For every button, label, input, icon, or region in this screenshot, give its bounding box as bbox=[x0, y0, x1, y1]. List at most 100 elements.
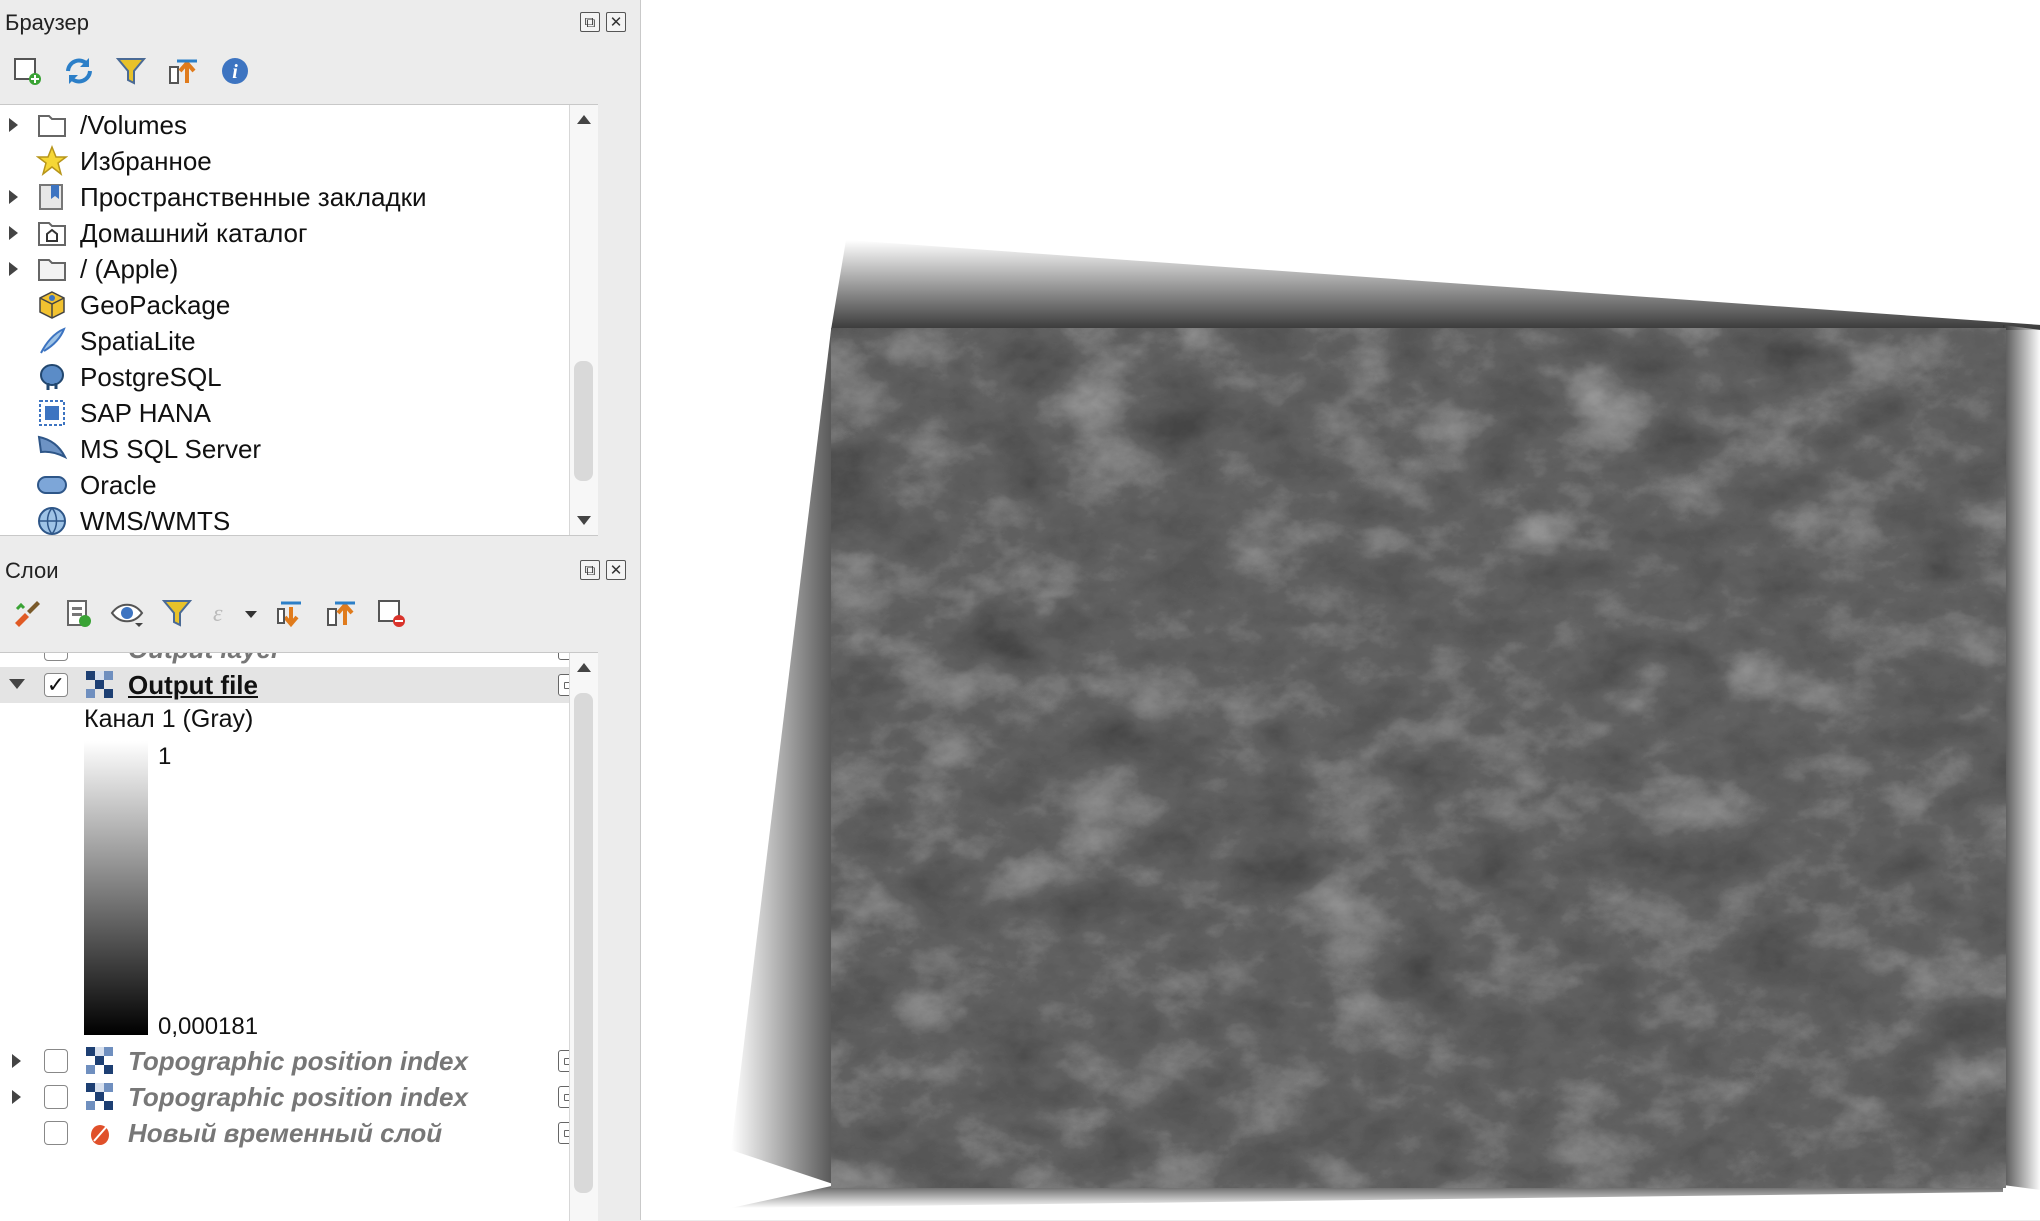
browser-item-label: MS SQL Server bbox=[80, 433, 262, 464]
layer-label: Output layer bbox=[128, 653, 281, 665]
remove-layer-icon[interactable] bbox=[372, 594, 410, 632]
home-folder-icon bbox=[36, 217, 68, 249]
raster-layer-icon bbox=[86, 671, 114, 699]
star-icon bbox=[36, 145, 68, 177]
layers-panel: Слои ⧉ ✕ ε Output bbox=[0, 548, 630, 1221]
info-icon[interactable]: i bbox=[216, 52, 254, 90]
browser-item-spatialite[interactable]: SpatiaLite bbox=[0, 323, 598, 359]
browser-item-geopackage[interactable]: GeoPackage bbox=[0, 287, 598, 323]
raster-layer-icon bbox=[86, 1083, 114, 1111]
svg-text:ε: ε bbox=[213, 601, 223, 627]
filter-icon[interactable] bbox=[158, 594, 196, 632]
spatialite-icon bbox=[36, 325, 68, 357]
browser-item-postgresql[interactable]: PostgreSQL bbox=[0, 359, 598, 395]
legend-max-value: 1 bbox=[158, 743, 172, 770]
expand-all-icon[interactable] bbox=[272, 594, 310, 632]
browser-item-sap-hana[interactable]: SAP HANA bbox=[0, 395, 598, 431]
scroll-thumb[interactable] bbox=[574, 361, 593, 481]
browser-panel: Браузер ⧉ ✕ i /Volumes Избранное Простра… bbox=[0, 0, 630, 540]
browser-item-volumes[interactable]: /Volumes bbox=[0, 107, 598, 143]
close-panel-icon[interactable]: ✕ bbox=[606, 12, 626, 32]
collapse-all-icon[interactable] bbox=[164, 52, 202, 90]
expression-icon[interactable]: ε bbox=[208, 594, 260, 632]
browser-item-label: / (Apple) bbox=[80, 253, 179, 284]
browser-tree: /Volumes Избранное Пространственные закл… bbox=[0, 104, 598, 536]
geopackage-icon bbox=[36, 289, 68, 321]
browser-item-spatial-bookmarks[interactable]: Пространственные закладки bbox=[0, 179, 598, 215]
layers-scrollbar[interactable] bbox=[569, 653, 598, 1221]
legend-min-value: 0,000181 bbox=[158, 1013, 259, 1040]
browser-item-wms[interactable]: WMS/WMTS bbox=[0, 503, 598, 536]
browser-item-label: WMS/WMTS bbox=[80, 505, 231, 536]
expand-arrow-icon[interactable] bbox=[12, 1054, 21, 1068]
layer-row-output-file[interactable]: ✓ Output file bbox=[0, 667, 586, 703]
browser-item-oracle[interactable]: Oracle bbox=[0, 467, 598, 503]
globe-icon bbox=[36, 505, 68, 535]
expand-arrow-icon[interactable] bbox=[9, 190, 18, 204]
scratch-layer-icon bbox=[86, 1119, 114, 1147]
layer-row-tpi-2[interactable]: Topographic position index bbox=[0, 1079, 598, 1115]
layer-row-tpi-1[interactable]: Topographic position index bbox=[0, 1043, 598, 1079]
scroll-thumb[interactable] bbox=[574, 693, 593, 1193]
browser-item-label: Oracle bbox=[80, 469, 157, 500]
scroll-down-icon[interactable] bbox=[577, 516, 591, 525]
sap-hana-icon bbox=[36, 397, 68, 429]
expand-arrow-icon[interactable] bbox=[9, 118, 18, 132]
float-panel-icon[interactable]: ⧉ bbox=[580, 12, 600, 32]
browser-item-home[interactable]: Домашний каталог bbox=[0, 215, 598, 251]
browser-item-label: Пространственные закладки bbox=[80, 181, 427, 212]
scroll-up-icon[interactable] bbox=[577, 663, 591, 672]
add-layer-icon[interactable] bbox=[8, 52, 46, 90]
layer-checkbox[interactable] bbox=[44, 1049, 68, 1073]
visibility-icon[interactable] bbox=[108, 594, 146, 632]
browser-item-label: SpatiaLite bbox=[80, 325, 196, 356]
browser-item-favorites[interactable]: Избранное bbox=[0, 143, 598, 179]
svg-text:i: i bbox=[232, 61, 238, 83]
expand-arrow-icon[interactable] bbox=[9, 262, 18, 276]
folder-icon bbox=[36, 253, 68, 285]
filter-icon[interactable] bbox=[112, 52, 150, 90]
add-group-icon[interactable] bbox=[58, 594, 96, 632]
layer-label: Output file bbox=[128, 669, 258, 700]
panel-splitter[interactable] bbox=[630, 0, 640, 1220]
browser-panel-title: Браузер bbox=[5, 10, 89, 35]
legend-band-label: Канал 1 (Gray) bbox=[84, 705, 254, 733]
close-panel-icon[interactable]: ✕ bbox=[606, 560, 626, 580]
layer-checkbox[interactable]: ✓ bbox=[44, 673, 68, 697]
browser-item-mssql[interactable]: MS SQL Server bbox=[0, 431, 598, 467]
browser-scrollbar[interactable] bbox=[569, 105, 598, 535]
layer-label: Topographic position index bbox=[128, 1081, 468, 1112]
browser-dock-buttons: ⧉ ✕ bbox=[580, 12, 626, 32]
layer-row-temp[interactable]: Новый временный слой bbox=[0, 1115, 598, 1151]
mssql-icon bbox=[36, 433, 68, 465]
oracle-icon bbox=[36, 469, 68, 501]
expand-arrow-icon[interactable] bbox=[9, 226, 18, 240]
browser-item-root[interactable]: / (Apple) bbox=[0, 251, 598, 287]
browser-item-label: Домашний каталог bbox=[80, 217, 308, 248]
folder-icon bbox=[36, 109, 68, 141]
postgresql-icon bbox=[36, 361, 68, 393]
scroll-up-icon[interactable] bbox=[577, 115, 591, 124]
layers-tree: Output layer ✓ Output file Канал 1 (Gray… bbox=[0, 652, 598, 1221]
refresh-icon[interactable] bbox=[60, 52, 98, 90]
collapse-arrow-icon[interactable] bbox=[9, 679, 25, 689]
browser-item-label: Избранное bbox=[80, 145, 212, 176]
browser-item-label: SAP HANA bbox=[80, 397, 212, 428]
layer-label: Topographic position index bbox=[128, 1045, 468, 1076]
layer-checkbox[interactable] bbox=[44, 1085, 68, 1109]
layers-panel-title: Слои bbox=[5, 558, 59, 583]
layer-checkbox[interactable] bbox=[44, 1121, 68, 1145]
style-icon[interactable] bbox=[8, 594, 46, 632]
layer-checkbox[interactable] bbox=[44, 653, 68, 661]
map-canvas[interactable] bbox=[640, 0, 2040, 1220]
legend-gradient bbox=[84, 741, 148, 1035]
layer-row-cut[interactable]: Output layer bbox=[0, 653, 598, 667]
collapse-all-icon[interactable] bbox=[322, 594, 360, 632]
layer-label: Новый временный слой bbox=[128, 1117, 443, 1148]
browser-item-label: PostgreSQL bbox=[80, 361, 222, 392]
expand-arrow-icon[interactable] bbox=[12, 1090, 21, 1104]
raster-map bbox=[731, 240, 2040, 1208]
float-panel-icon[interactable]: ⧉ bbox=[580, 560, 600, 580]
layers-toolbar: ε bbox=[8, 594, 410, 632]
browser-toolbar: i bbox=[8, 52, 254, 90]
